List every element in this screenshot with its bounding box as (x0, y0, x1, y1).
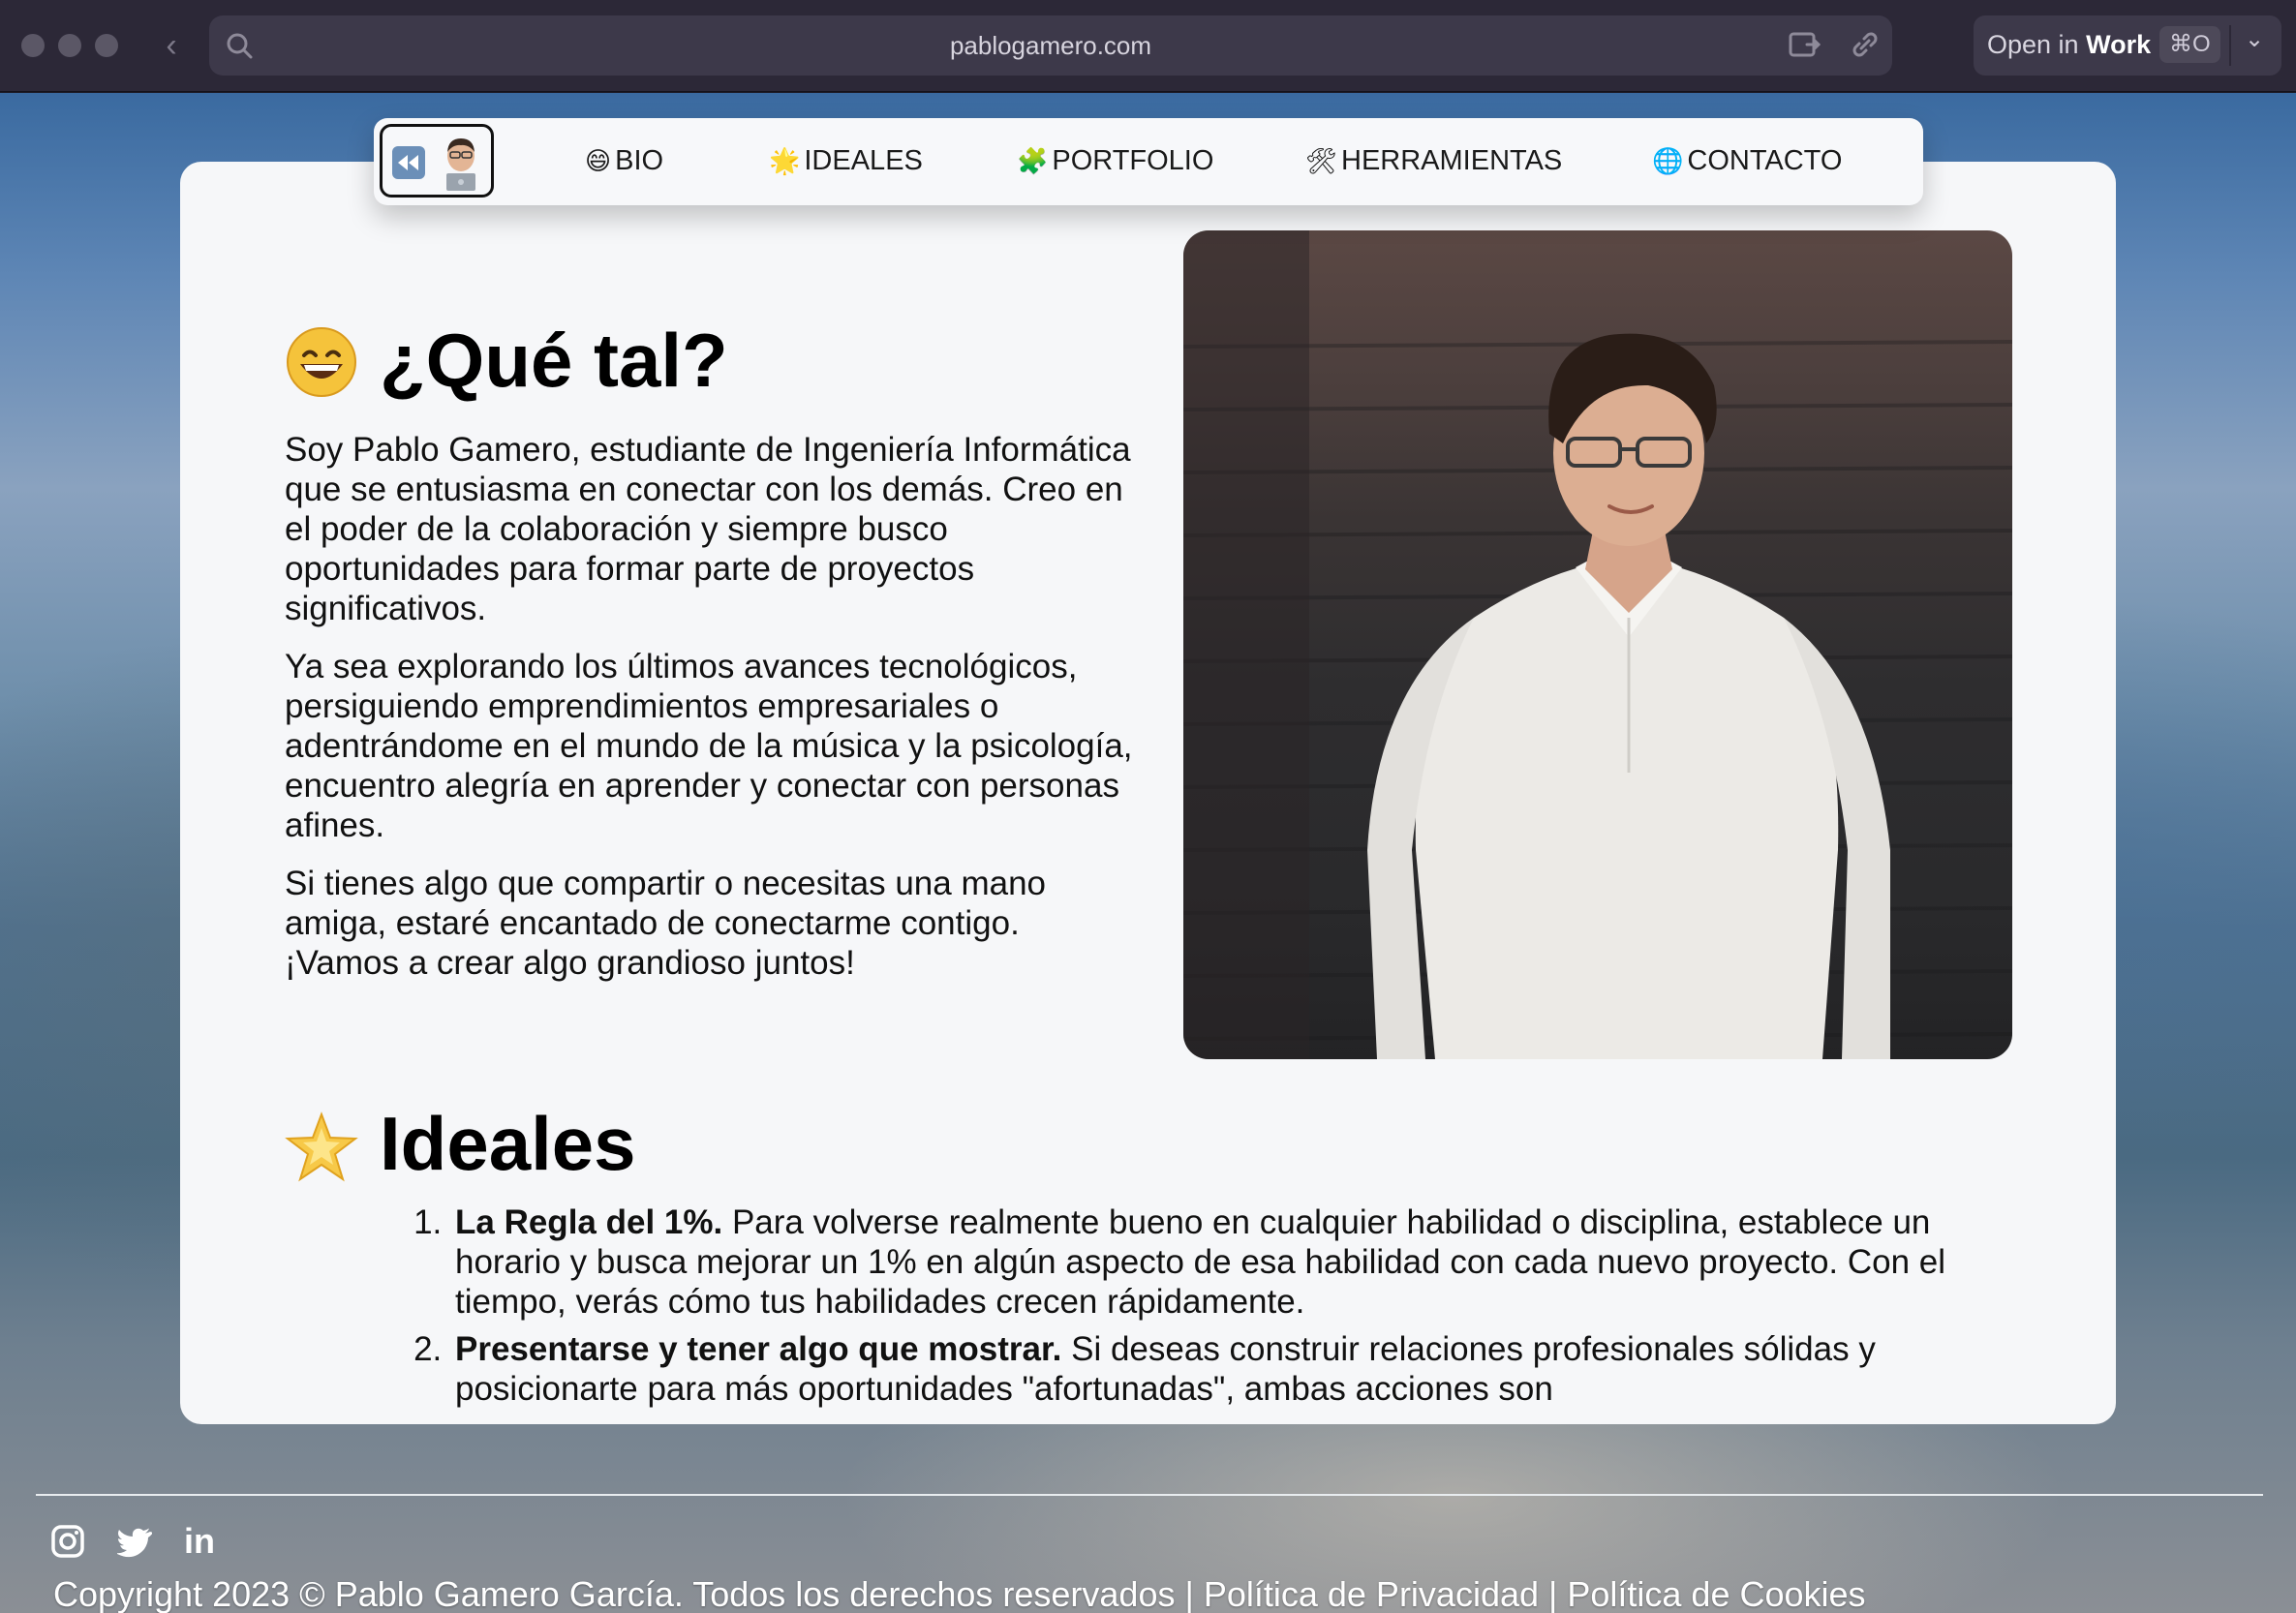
list-item: La Regla del 1%. Para volverse realmente… (451, 1202, 2003, 1322)
twitter-icon[interactable] (117, 1524, 152, 1559)
ideal-title: La Regla del 1%. (455, 1203, 723, 1241)
nav-item-contacto[interactable]: 🌐 CONTACTO (1652, 145, 1842, 177)
minimize-window-button[interactable] (58, 34, 81, 57)
glowing-star-icon (285, 1111, 358, 1182)
home-logo-button[interactable] (380, 124, 494, 198)
bio-title: ¿Qué tal? (380, 318, 728, 403)
globe-icon: 🌐 (1652, 146, 1684, 175)
nav-item-label: PORTFOLIO (1052, 145, 1214, 176)
zoom-window-button[interactable] (95, 34, 118, 57)
main-navigation: 😄 BIO 🌟 IDEALES 🧩 PORTFOLIO 🛠 HERRAMIENTAS 🌐… (374, 118, 1923, 205)
grinning-face-icon: 😄 (585, 146, 612, 175)
ideals-title: Ideales (380, 1101, 636, 1186)
page-viewport: ¿Qué tal? Soy Pablo Gamero, estudiante d… (0, 93, 2296, 1613)
nav-item-label: BIO (615, 145, 664, 176)
linkedin-icon[interactable]: in (184, 1524, 219, 1559)
window-controls (21, 34, 118, 57)
link-icon[interactable] (1848, 30, 1883, 61)
address-bar[interactable]: pablogamero.com (209, 15, 1892, 76)
puzzle-piece-icon: 🧩 (1017, 146, 1049, 175)
profile-photo (1183, 230, 2012, 1059)
close-window-button[interactable] (21, 34, 45, 57)
nav-item-portfolio[interactable]: 🧩 PORTFOLIO (1017, 145, 1213, 177)
memoji-avatar-icon (446, 138, 475, 191)
bio-paragraph: Si tienes algo que compartir o necesitas… (285, 865, 1047, 982)
nav-item-ideales[interactable]: 🌟 IDEALES (769, 145, 923, 177)
chevron-down-icon[interactable]: ⌄ (2245, 25, 2264, 53)
list-item: Presentarse y tener algo que mostrar. Si… (451, 1329, 2003, 1409)
grinning-face-icon (287, 327, 356, 397)
divider (2229, 25, 2231, 66)
url-text: pablogamero.com (949, 31, 1152, 60)
tools-icon: 🛠 (1305, 146, 1338, 175)
open-in-label: Open in Work (1987, 30, 2152, 59)
shortcut-badge: ⌘O (2159, 26, 2220, 63)
profile-photo-illustration (1183, 230, 2012, 1059)
nav-item-bio[interactable]: 😄 BIO (585, 145, 663, 177)
open-in-work-button[interactable]: Open in Work ⌘O ⌄ (1974, 15, 2281, 76)
nav-item-label: IDEALES (804, 145, 923, 176)
footer-divider (36, 1494, 2263, 1496)
nav-item-herramientas[interactable]: 🛠 HERRAMIENTAS (1305, 145, 1562, 177)
bio-paragraph: Soy Pablo Gamero, estudiante de Ingenier… (285, 431, 1131, 627)
bio-paragraph: Ya sea explorando los últimos avances te… (285, 648, 1133, 844)
back-button[interactable]: ‹ (155, 29, 188, 62)
nav-item-label: CONTACTO (1687, 145, 1843, 176)
ideals-list: La Regla del 1%. Para volverse realmente… (414, 1202, 2003, 1416)
sidebar-share-icon[interactable] (1788, 30, 1822, 61)
nav-item-label: HERRAMIENTAS (1341, 145, 1563, 176)
browser-toolbar: ‹ pablogamero.com Open in Work ⌘O ⌄ (0, 0, 2296, 92)
glowing-star-icon: 🌟 (769, 146, 801, 175)
rewind-icon (392, 146, 425, 179)
instagram-icon[interactable] (50, 1524, 85, 1559)
copyright-text: Copyright 2023 © Pablo Gamero García. To… (53, 1574, 1866, 1613)
ideal-title: Presentarse y tener algo que mostrar. (455, 1330, 1062, 1368)
content-card: ¿Qué tal? Soy Pablo Gamero, estudiante d… (180, 162, 2116, 1424)
